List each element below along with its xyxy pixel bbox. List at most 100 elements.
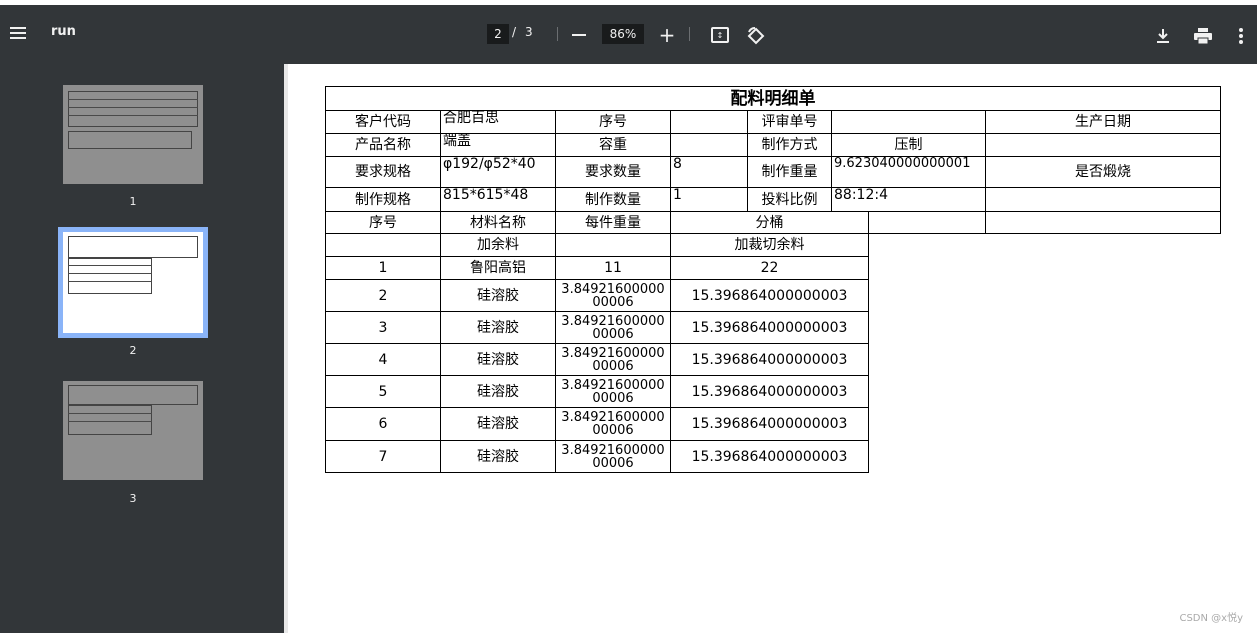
method-value: 压制 xyxy=(831,133,986,157)
row-material: 硅溶胶 xyxy=(440,440,556,473)
ingredient-table: 配料明细单 客户代码 合肥百思 序号 评审单号 生产日期 产品名称 端盖 容重 xyxy=(325,86,1221,473)
blank-area xyxy=(869,344,1221,376)
thumbnail-content xyxy=(68,265,152,266)
extra-material-label: 加余料 xyxy=(440,233,556,257)
document-viewer[interactable]: 配料明细单 客户代码 合肥百思 序号 评审单号 生产日期 产品名称 端盖 容重 xyxy=(284,64,1257,633)
method-label: 制作方式 xyxy=(747,133,832,157)
thumbnail-label: 1 xyxy=(129,195,137,208)
table-title: 配料明细单 xyxy=(325,86,1221,111)
seq-value xyxy=(670,110,748,134)
row-bucket: 15.396864000000003 xyxy=(670,375,869,408)
thumbnail-content xyxy=(68,385,198,405)
row-material: 鲁阳高铝 xyxy=(440,256,556,280)
table-row: 3 硅溶胶 3.8492160000000006 15.396864000000… xyxy=(325,311,1221,344)
production-date-value xyxy=(985,133,1221,157)
thumbnail-content xyxy=(68,421,152,422)
thumbnail-content xyxy=(68,107,198,108)
col-header-unit-weight: 每件重量 xyxy=(555,211,671,234)
blank-area xyxy=(869,441,1221,473)
production-date-label: 生产日期 xyxy=(985,110,1221,134)
make-qty-label: 制作数量 xyxy=(555,187,671,212)
row-seq: 2 xyxy=(325,279,441,312)
empty-cell xyxy=(555,233,671,257)
empty-cell xyxy=(868,211,986,234)
customer-code-value: 合肥百思 xyxy=(440,110,556,134)
product-name-value: 端盖 xyxy=(440,133,556,157)
seq-label: 序号 xyxy=(555,110,671,134)
row-bucket: 15.396864000000003 xyxy=(670,407,869,441)
document-title: run xyxy=(51,24,76,39)
table-row: 1 鲁阳高铝 11 22 xyxy=(325,256,1221,280)
calcine-label: 是否煅烧 xyxy=(985,156,1221,188)
ratio-label: 投料比例 xyxy=(747,187,832,212)
row-unit-weight: 3.8492160000000006 xyxy=(555,407,671,441)
download-icon[interactable] xyxy=(1153,25,1173,47)
blank-area xyxy=(868,233,1221,257)
thumbnail-label: 2 xyxy=(129,344,137,357)
col-header-bucket: 分桶 xyxy=(670,211,869,234)
zoom-out-icon[interactable] xyxy=(569,25,589,45)
blank-area xyxy=(869,257,1221,280)
thumbnail-content xyxy=(68,131,192,149)
thumbnail-content xyxy=(68,258,152,294)
customer-code-label: 客户代码 xyxy=(325,110,441,134)
thumbnail-page-1[interactable] xyxy=(63,85,203,184)
thumbnail-content xyxy=(68,281,152,282)
thumbnail-content xyxy=(68,405,152,435)
row-bucket: 22 xyxy=(670,256,869,280)
rotate-icon[interactable] xyxy=(745,25,767,47)
calcine-value xyxy=(985,187,1221,212)
row-material: 硅溶胶 xyxy=(440,279,556,312)
req-qty-value: 8 xyxy=(670,156,748,188)
table-row: 4 硅溶胶 3.8492160000000006 15.396864000000… xyxy=(325,343,1221,376)
blank-area xyxy=(869,408,1221,441)
capacity-value xyxy=(670,133,748,157)
row-bucket: 15.396864000000003 xyxy=(670,279,869,312)
make-qty-value: 1 xyxy=(670,187,748,212)
thumbnail-label: 3 xyxy=(129,492,137,505)
row-unit-weight: 3.8492160000000006 xyxy=(555,440,671,473)
make-spec-label: 制作规格 xyxy=(325,187,441,212)
row-unit-weight: 3.8492160000000006 xyxy=(555,279,671,312)
table-row: 5 硅溶胶 3.8492160000000006 15.396864000000… xyxy=(325,375,1221,408)
thumbnail-page-3[interactable] xyxy=(63,381,203,480)
more-icon[interactable] xyxy=(1233,25,1249,47)
zoom-input[interactable]: 86% xyxy=(602,24,644,44)
zoom-in-icon[interactable]: + xyxy=(657,25,677,45)
blank-area xyxy=(869,280,1221,312)
table-row: 7 硅溶胶 3.8492160000000006 15.396864000000… xyxy=(325,440,1221,473)
capacity-label: 容重 xyxy=(555,133,671,157)
product-name-label: 产品名称 xyxy=(325,133,441,157)
page-separator: / xyxy=(512,25,517,39)
row-seq: 7 xyxy=(325,440,441,473)
pdf-page: 配料明细单 客户代码 合肥百思 序号 评审单号 生产日期 产品名称 端盖 容重 xyxy=(288,64,1257,633)
row-material: 硅溶胶 xyxy=(440,407,556,441)
toolbar-divider xyxy=(689,27,690,41)
row-seq: 1 xyxy=(325,256,441,280)
page-number-input[interactable]: 2 xyxy=(487,24,509,44)
print-icon[interactable] xyxy=(1191,25,1215,47)
row-bucket: 15.396864000000003 xyxy=(670,440,869,473)
row-seq: 5 xyxy=(325,375,441,408)
empty-cell xyxy=(325,233,441,257)
thumbnail-content xyxy=(68,99,198,100)
fit-page-icon[interactable]: ↕ xyxy=(709,25,731,45)
cut-extra-label: 加裁切余料 xyxy=(670,233,869,257)
blank-area xyxy=(869,376,1221,408)
pdf-viewer: run 2 / 3 86% + ↕ 1 2 3 配料明细单 客户代码 合肥百思 … xyxy=(0,0,1257,633)
make-weight-value: 9.623040000000001 xyxy=(831,156,986,188)
row-seq: 3 xyxy=(325,311,441,344)
page-total: 3 xyxy=(525,25,533,39)
table-row: 2 硅溶胶 3.8492160000000006 15.396864000000… xyxy=(325,279,1221,312)
thumbnail-content xyxy=(68,91,198,127)
blank-area xyxy=(869,312,1221,344)
row-material: 硅溶胶 xyxy=(440,375,556,408)
row-unit-weight: 3.8492160000000006 xyxy=(555,311,671,344)
toolbar-divider xyxy=(557,27,558,41)
menu-icon[interactable] xyxy=(6,21,30,45)
thumbnail-page-2[interactable] xyxy=(58,227,208,338)
ratio-value: 88:12:4 xyxy=(831,187,986,212)
thumbnail-content xyxy=(68,115,198,116)
req-qty-label: 要求数量 xyxy=(555,156,671,188)
row-bucket: 15.396864000000003 xyxy=(670,311,869,344)
